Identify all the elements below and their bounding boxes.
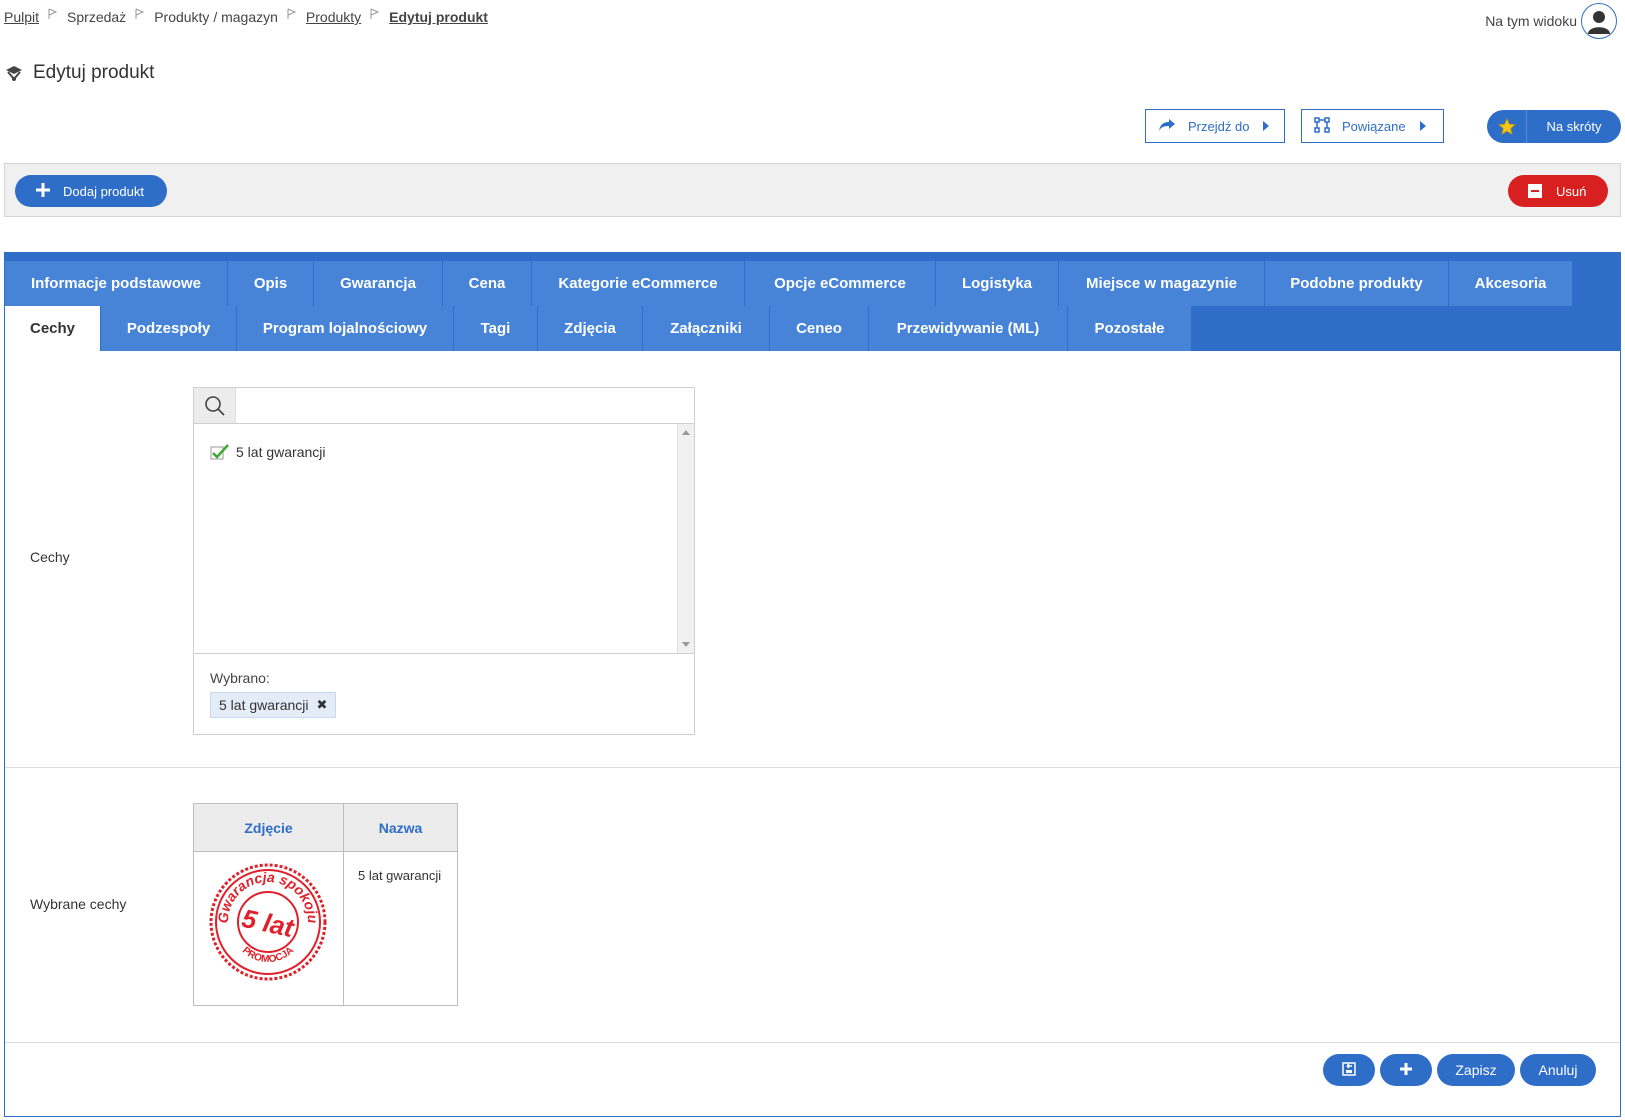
features-label: Cechy	[30, 549, 70, 565]
share-arrow-icon	[1158, 118, 1176, 135]
selected-chip: 5 lat gwarancji ✖	[210, 692, 337, 718]
remove-chip-icon[interactable]: ✖	[317, 697, 328, 713]
scroll-down-icon[interactable]	[682, 642, 690, 647]
features-search-input[interactable]	[236, 388, 694, 423]
search-icon[interactable]	[194, 388, 236, 423]
list-item[interactable]: 5 lat gwarancji	[210, 444, 326, 460]
table-header-row: Zdjęcie Nazwa	[193, 803, 458, 852]
scroll-up-icon[interactable]	[682, 430, 690, 435]
tab-informacje-podstawowe[interactable]: Informacje podstawowe	[5, 261, 228, 306]
feature-image-cell: Gwarancja spokoju PROMOCJA 5 lat	[193, 851, 344, 1006]
tab-row-2: Cechy Podzespoły Program lojalnościowy T…	[5, 306, 1620, 351]
selected-chip-label: 5 lat gwarancji	[219, 697, 309, 713]
delete-button[interactable]: Usuń	[1508, 175, 1608, 207]
plus-icon	[1399, 1062, 1413, 1079]
features-search-row	[194, 388, 694, 424]
delete-label: Usuń	[1556, 183, 1587, 199]
column-header-photo[interactable]: Zdjęcie	[193, 803, 344, 852]
table-row: Gwarancja spokoju PROMOCJA 5 lat 5 lat g…	[193, 851, 458, 1006]
related-label: Powiązane	[1342, 118, 1406, 134]
view-label: Na tym widoku	[1485, 13, 1577, 29]
caret-right-icon	[1263, 121, 1270, 131]
goto-button[interactable]: Przejdź do	[1145, 109, 1285, 143]
breadcrumb-produkty-magazyn: Produkty / magazyn	[154, 9, 278, 25]
tab-podzespoly[interactable]: Podzespoły	[101, 306, 237, 351]
tab-tagi[interactable]: Tagi	[454, 306, 538, 351]
goto-label: Przejdź do	[1188, 118, 1250, 134]
tab-logistyka[interactable]: Logistyka	[936, 261, 1059, 306]
tab-row-1: Informacje podstawowe Opis Gwarancja Cen…	[5, 261, 1620, 306]
shortcuts-label: Na skróty	[1546, 119, 1602, 134]
product-icon	[4, 63, 24, 83]
save-and-return-button[interactable]	[1323, 1054, 1375, 1086]
minus-icon	[1528, 184, 1542, 198]
features-section: Cechy 5 lat gwarancji Wybrano: 5 lat gwa…	[5, 353, 1620, 768]
save-return-icon	[1342, 1061, 1356, 1079]
related-nodes-icon	[1314, 116, 1330, 136]
guarantee-stamp-image: Gwarancja spokoju PROMOCJA 5 lat	[209, 863, 327, 981]
user-area: Na tym widoku	[1485, 3, 1617, 39]
tab-miejsce-w-magazynie[interactable]: Miejsce w magazynie	[1059, 261, 1265, 306]
tab-przewidywanie-ml[interactable]: Przewidywanie (ML)	[869, 306, 1068, 351]
stamp-bottom-text: PROMOCJA	[240, 945, 296, 965]
selected-features-label: Wybrane cechy	[30, 896, 127, 912]
user-avatar-icon[interactable]	[1581, 3, 1617, 39]
tab-cena[interactable]: Cena	[443, 261, 532, 306]
tab-ceneo[interactable]: Ceneo	[770, 306, 869, 351]
feature-name-cell: 5 lat gwarancji	[343, 851, 458, 1006]
tab-opcje-ecommerce[interactable]: Opcje eCommerce	[745, 261, 936, 306]
tab-cechy[interactable]: Cechy	[5, 306, 101, 351]
stamp-center-text: 5 lat	[239, 903, 297, 943]
breadcrumb-separator-icon	[361, 7, 389, 23]
tab-zdjecia[interactable]: Zdjęcia	[538, 306, 643, 351]
selected-label: Wybrano:	[210, 670, 270, 686]
save-and-add-button[interactable]	[1380, 1054, 1432, 1086]
tab-zalaczniki[interactable]: Załączniki	[643, 306, 770, 351]
tab-bar: Informacje podstawowe Opis Gwarancja Cen…	[5, 253, 1620, 351]
list-item-label: 5 lat gwarancji	[236, 444, 326, 460]
breadcrumb-separator-icon	[39, 7, 67, 23]
add-product-button[interactable]: Dodaj produkt	[15, 175, 167, 207]
features-list-scrollbar[interactable]	[677, 424, 694, 653]
features-selector: 5 lat gwarancji Wybrano: 5 lat gwarancji…	[193, 387, 695, 735]
breadcrumb: Pulpit Sprzedaż Produkty / magazyn Produ…	[4, 7, 488, 25]
add-product-label: Dodaj produkt	[63, 183, 144, 199]
related-button[interactable]: Powiązane	[1301, 109, 1444, 143]
features-list: 5 lat gwarancji	[194, 424, 694, 654]
selected-features-section: Wybrane cechy Zdjęcie Nazwa Gwarancja sp…	[5, 769, 1620, 1043]
cancel-button[interactable]: Anuluj	[1520, 1054, 1596, 1086]
tab-kategorie-ecommerce[interactable]: Kategorie eCommerce	[532, 261, 745, 306]
tab-gwarancja[interactable]: Gwarancja	[314, 261, 443, 306]
breadcrumb-separator-icon	[278, 7, 306, 23]
plus-icon	[35, 182, 51, 201]
save-button[interactable]: Zapisz	[1437, 1054, 1515, 1086]
breadcrumb-produkty[interactable]: Produkty	[306, 9, 361, 25]
breadcrumb-edytuj-produkt[interactable]: Edytuj produkt	[389, 9, 488, 25]
page-title-text: Edytuj produkt	[33, 62, 155, 83]
star-icon	[1487, 110, 1527, 143]
shortcuts-button[interactable]: Na skróty	[1487, 110, 1621, 143]
selected-features-table: Zdjęcie Nazwa Gwarancja spokoju PROMOCJA…	[193, 803, 458, 1006]
column-header-name[interactable]: Nazwa	[343, 803, 458, 852]
page-title: Edytuj produkt	[4, 62, 154, 84]
tab-program-lojalnosciowy[interactable]: Program lojalnościowy	[237, 306, 454, 351]
tab-opis[interactable]: Opis	[228, 261, 314, 306]
breadcrumb-separator-icon	[126, 7, 154, 23]
caret-right-icon	[1419, 121, 1426, 131]
edit-panel: Informacje podstawowe Opis Gwarancja Cen…	[4, 252, 1621, 1117]
tab-podobne-produkty[interactable]: Podobne produkty	[1265, 261, 1449, 306]
svg-text:PROMOCJA: PROMOCJA	[240, 945, 296, 965]
breadcrumb-sprzedaz: Sprzedaż	[67, 9, 127, 25]
selected-features-area: Wybrano: 5 lat gwarancji ✖	[194, 654, 694, 718]
form-actions: Zapisz Anuluj	[1318, 1054, 1596, 1086]
toolbar: Dodaj produkt Usuń	[4, 163, 1621, 217]
tab-akcesoria[interactable]: Akcesoria	[1449, 261, 1573, 306]
checkbox-checked-icon[interactable]	[210, 444, 230, 460]
breadcrumb-pulpit[interactable]: Pulpit	[4, 9, 39, 25]
tab-pozostale[interactable]: Pozostałe	[1068, 306, 1192, 351]
